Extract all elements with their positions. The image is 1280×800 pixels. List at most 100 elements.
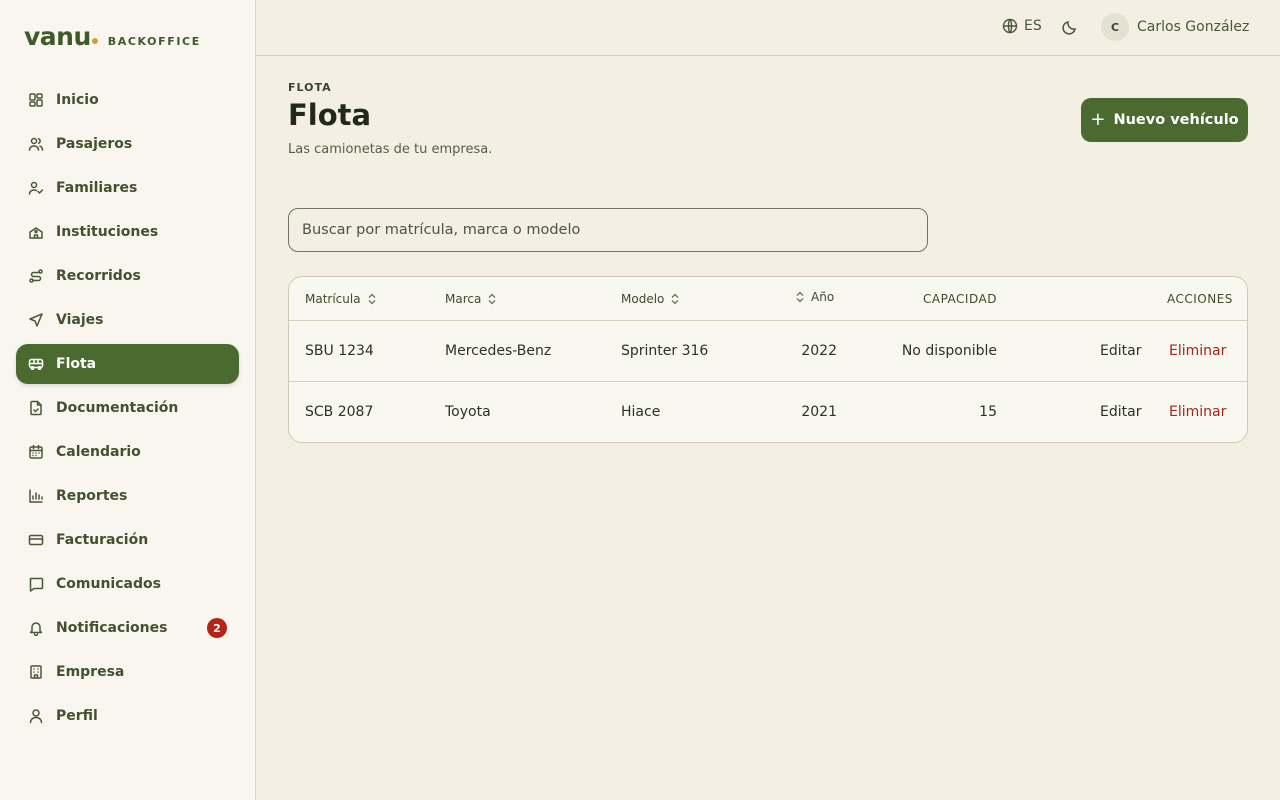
table-header: Matrícula Marca Modelo Año CAPACIDAD ACC… (289, 277, 1247, 321)
column-header-brand[interactable]: Marca (445, 292, 497, 306)
sidebar-nav: Inicio Pasajeros Familiares Institucione… (16, 80, 239, 740)
search-input[interactable] (288, 208, 928, 252)
cell-plate: SBU 1234 (305, 343, 374, 359)
sidebar-item-empresa[interactable]: Empresa (16, 652, 239, 692)
brand-logo: vanu (24, 22, 91, 51)
table-row: SBU 1234 Mercedes-Benz Sprinter 316 2022… (289, 321, 1247, 382)
column-header-label: Matrícula (305, 292, 361, 306)
cell-brand: Mercedes-Benz (445, 343, 552, 359)
brand-subtitle: BACKOFFICE (107, 35, 201, 48)
moon-icon (1062, 21, 1076, 35)
user-check-icon (28, 180, 44, 196)
sort-icon (487, 293, 497, 305)
column-header-label: Año (811, 290, 835, 304)
sidebar-item-label: Comunicados (56, 576, 161, 592)
sidebar-item-label: Reportes (56, 488, 128, 504)
column-header-label: ACCIONES (1167, 292, 1233, 306)
sidebar-item-label: Viajes (56, 312, 104, 328)
user-icon (28, 708, 44, 724)
cell-capacity: No disponible (901, 343, 997, 359)
brand[interactable]: vanu BACKOFFICE (24, 22, 201, 52)
page-title: Flota (288, 98, 372, 132)
sidebar-item-label: Calendario (56, 444, 141, 460)
sidebar-item-label: Flota (56, 356, 97, 372)
cell-year: 2021 (801, 404, 837, 420)
brand-logo-dot (91, 38, 98, 44)
table-row: SCB 2087 Toyota Hiace 2021 15 Editar Eli… (289, 382, 1247, 442)
edit-button[interactable]: Editar (1100, 343, 1141, 359)
sidebar-item-flota[interactable]: Flota (16, 344, 239, 384)
notification-count-badge: 2 (207, 618, 227, 638)
sidebar-item-recorridos[interactable]: Recorridos (16, 256, 239, 296)
calendar-icon (28, 444, 44, 460)
breadcrumb: FLOTA (288, 81, 332, 94)
sidebar-item-label: Familiares (56, 180, 138, 196)
user-menu[interactable]: C Carlos González (1101, 13, 1249, 41)
column-header-plate[interactable]: Matrícula (305, 292, 377, 306)
language-selector[interactable]: ES (1002, 18, 1042, 34)
building-icon (28, 664, 44, 680)
sidebar-item-calendario[interactable]: Calendario (16, 432, 239, 472)
file-check-icon (28, 400, 44, 416)
topbar: ES C Carlos González (256, 0, 1280, 56)
edit-button[interactable]: Editar (1100, 404, 1141, 420)
sort-icon (367, 293, 377, 305)
users-icon (28, 136, 44, 152)
new-vehicle-button[interactable]: + Nuevo vehículo (1081, 98, 1248, 142)
route-icon (28, 268, 44, 284)
globe-icon (1002, 18, 1018, 34)
cell-year: 2022 (801, 343, 837, 359)
sidebar-item-label: Perfil (56, 708, 98, 724)
sidebar-item-comunicados[interactable]: Comunicados (16, 564, 239, 604)
sidebar-item-facturacion[interactable]: Facturación (16, 520, 239, 560)
sidebar-item-notificaciones[interactable]: Notificaciones 2 (16, 608, 239, 648)
school-icon (28, 224, 44, 240)
sidebar-item-label: Inicio (56, 92, 99, 108)
sidebar-item-label: Documentación (56, 400, 179, 416)
column-header-label: Marca (445, 292, 482, 306)
sidebar-item-perfil[interactable]: Perfil (16, 696, 239, 736)
sidebar-item-documentacion[interactable]: Documentación (16, 388, 239, 428)
column-header-label: CAPACIDAD (923, 292, 997, 306)
bell-icon (28, 620, 44, 636)
new-vehicle-label: Nuevo vehículo (1113, 112, 1239, 128)
credit-card-icon (28, 532, 44, 548)
column-header-year[interactable]: Año (795, 290, 834, 304)
cell-model: Hiace (621, 404, 661, 420)
sidebar-item-label: Facturación (56, 532, 149, 548)
cell-model: Sprinter 316 (621, 343, 709, 359)
delete-button[interactable]: Eliminar (1169, 343, 1226, 359)
column-header-actions: ACCIONES (1167, 292, 1233, 306)
avatar: C (1101, 13, 1129, 41)
delete-button[interactable]: Eliminar (1169, 404, 1226, 420)
sidebar-item-label: Instituciones (56, 224, 159, 240)
sidebar-item-reportes[interactable]: Reportes (16, 476, 239, 516)
language-code: ES (1024, 18, 1042, 34)
sidebar-item-familiares[interactable]: Familiares (16, 168, 239, 208)
sidebar: vanu BACKOFFICE Inicio Pasajeros Familia… (0, 0, 256, 800)
sidebar-item-inicio[interactable]: Inicio (16, 80, 239, 120)
page-subtitle: Las camionetas de tu empresa. (288, 142, 493, 157)
sidebar-item-label: Notificaciones (56, 620, 168, 636)
sort-icon (795, 291, 805, 303)
column-header-model[interactable]: Modelo (621, 292, 680, 306)
bar-chart-icon (28, 488, 44, 504)
sidebar-item-label: Pasajeros (56, 136, 133, 152)
sidebar-item-pasajeros[interactable]: Pasajeros (16, 124, 239, 164)
sidebar-item-instituciones[interactable]: Instituciones (16, 212, 239, 252)
sidebar-item-viajes[interactable]: Viajes (16, 300, 239, 340)
bus-icon (28, 356, 44, 372)
theme-toggle[interactable] (1062, 19, 1080, 37)
cell-plate: SCB 2087 (305, 404, 374, 420)
message-icon (28, 576, 44, 592)
cell-capacity: 15 (979, 404, 997, 420)
sidebar-item-label: Empresa (56, 664, 125, 680)
sidebar-item-label: Recorridos (56, 268, 141, 284)
column-header-label: Modelo (621, 292, 665, 306)
user-name: Carlos González (1137, 19, 1250, 35)
column-header-capacity: CAPACIDAD (923, 292, 997, 306)
sort-icon (670, 293, 680, 305)
navigation-icon (28, 312, 44, 328)
cell-brand: Toyota (445, 404, 491, 420)
plus-icon: + (1090, 108, 1106, 130)
